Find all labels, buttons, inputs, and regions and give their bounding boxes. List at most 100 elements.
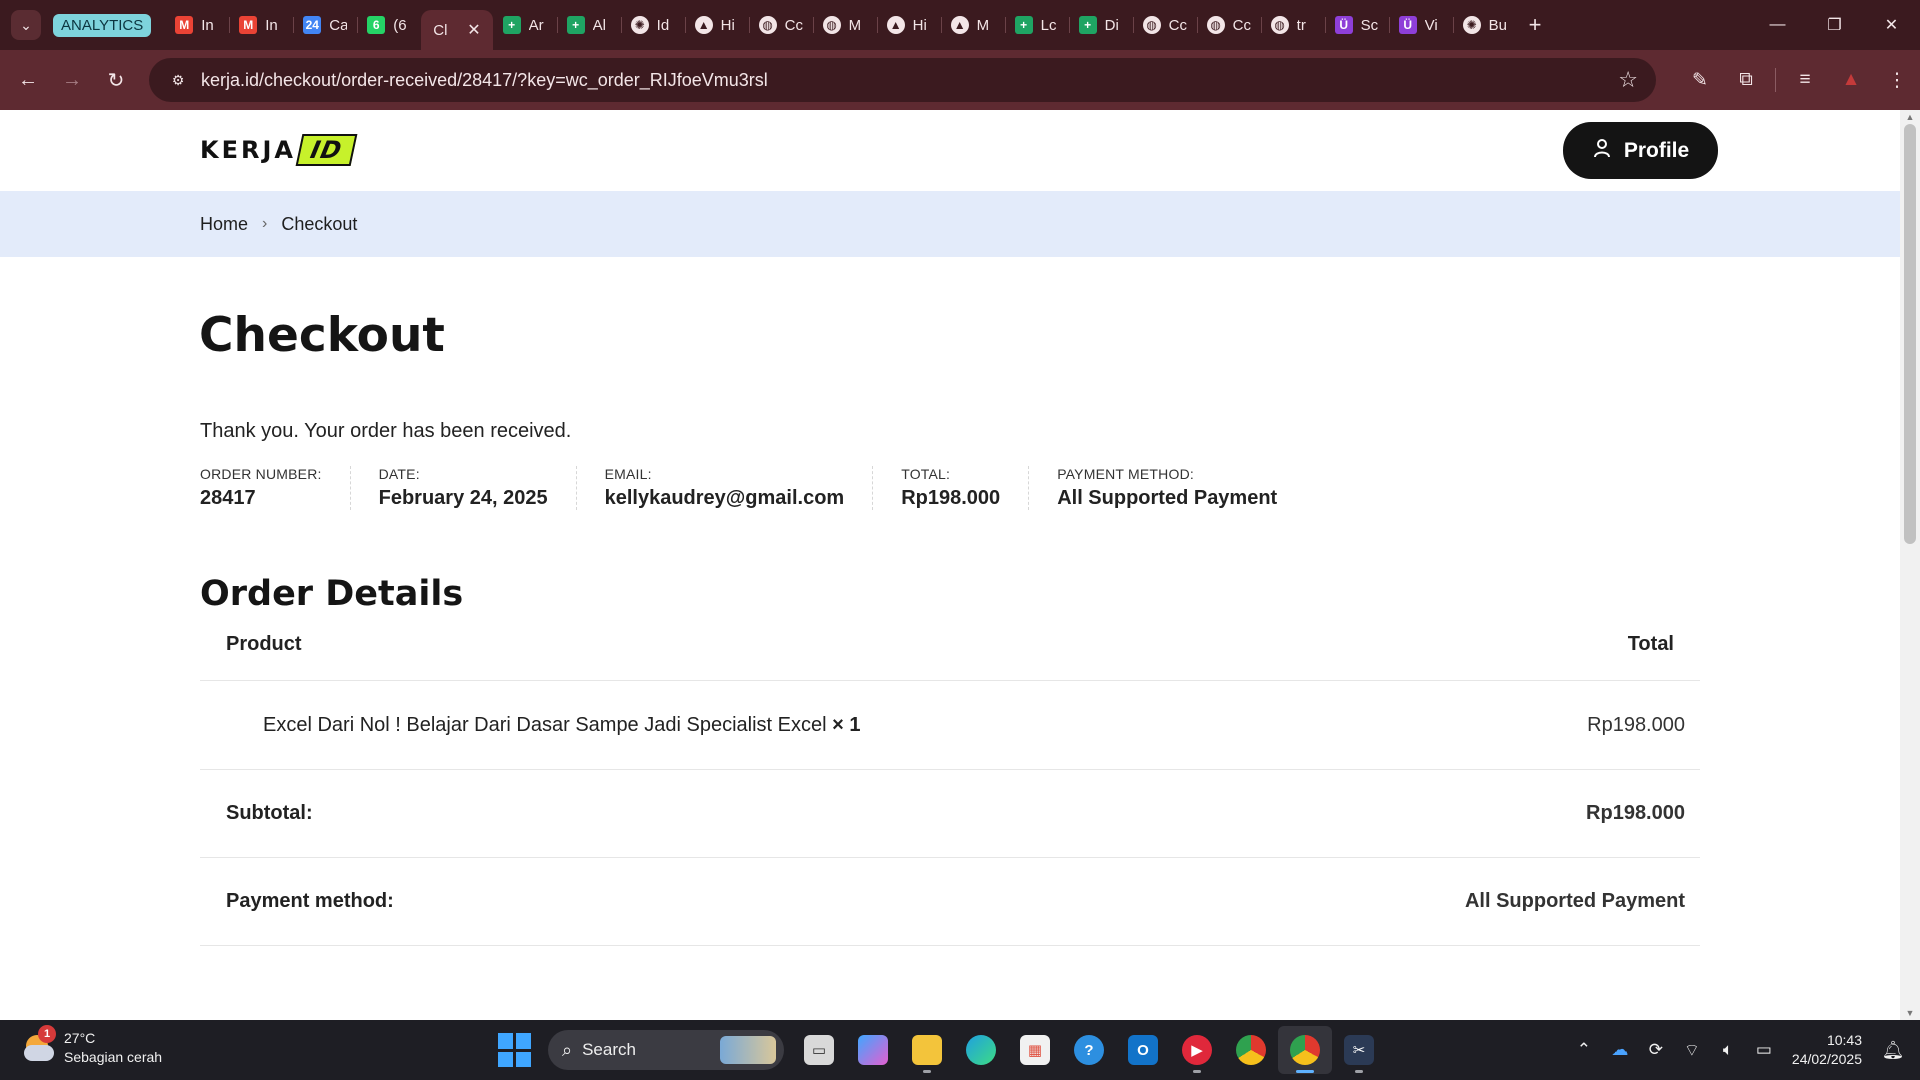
tab-title: Cc: [1168, 16, 1187, 34]
tab-group-analytics[interactable]: ANALYTICS: [53, 13, 152, 37]
browser-tab[interactable]: 24 Ca: [293, 8, 357, 42]
header-total: Total: [1627, 632, 1674, 655]
calendar-icon: 24: [303, 16, 322, 34]
browser-tab[interactable]: + Al: [556, 8, 621, 42]
browser-tab[interactable]: Ü Vi: [1388, 8, 1453, 42]
task-view-icon[interactable]: ▭: [792, 1026, 846, 1074]
overview-email: EMAIL: kellykaudrey@gmail.com: [605, 466, 874, 510]
onedrive-icon[interactable]: ☁: [1602, 1040, 1638, 1060]
breadcrumb: Home › Checkout: [200, 214, 357, 235]
scroll-thumb[interactable]: [1904, 124, 1916, 544]
wifi-icon[interactable]: ⌔: [1674, 1040, 1710, 1061]
tab-title: Hi: [720, 16, 735, 34]
notification-bell-icon[interactable]: 🔔︎: [1876, 1040, 1910, 1061]
file-explorer-icon[interactable]: [900, 1026, 954, 1074]
overview-label: ORDER NUMBER:: [200, 466, 322, 482]
close-window-icon[interactable]: ✕: [1863, 0, 1920, 50]
tab-title: Ar: [528, 16, 544, 34]
overview-label: PAYMENT METHOD:: [1057, 466, 1194, 482]
browser-tab-strip: ⌄ ANALYTICS M In M In 24 Ca 6 (6 Cl ✕ + Ar + Al ✺ Id ▲ Hi…: [0, 0, 1920, 50]
browser-tab[interactable]: ✺ Bu: [1452, 8, 1517, 42]
restore-icon[interactable]: ❐: [1806, 0, 1863, 50]
site-logo[interactable]: KERJA ID: [200, 134, 358, 166]
tab-title: M: [976, 16, 990, 34]
tab-title: (6: [393, 16, 407, 34]
tab-title: Al: [592, 16, 606, 34]
chrome-active-icon[interactable]: [1278, 1026, 1332, 1074]
overview-label: DATE:: [378, 466, 420, 482]
copilot-icon[interactable]: [846, 1026, 900, 1074]
volume-icon[interactable]: 🔈︎: [1710, 1040, 1746, 1060]
table-header-row: Product Total: [200, 608, 1700, 681]
extensions-puzzle-icon[interactable]: ⧉: [1723, 69, 1769, 91]
browser-tab[interactable]: + Di: [1068, 8, 1133, 42]
overview-order-number: ORDER NUMBER: 28417: [200, 466, 351, 510]
new-tab-button[interactable]: +: [1529, 12, 1542, 38]
tab-search-button[interactable]: ⌄: [11, 10, 41, 40]
browser-tab[interactable]: M In: [165, 8, 229, 42]
youtube-music-icon[interactable]: ▶: [1170, 1026, 1224, 1074]
snipping-tool-icon[interactable]: ✂: [1332, 1026, 1386, 1074]
browser-tab[interactable]: ▲ Hi: [876, 8, 941, 42]
browser-tab[interactable]: Ü Sc: [1324, 8, 1389, 42]
breadcrumb-home-link[interactable]: Home: [200, 214, 248, 235]
outlook-icon[interactable]: O: [1116, 1026, 1170, 1074]
browser-tab[interactable]: + Lc: [1004, 8, 1069, 42]
product-link[interactable]: Excel Dari Nol ! Belajar Dari Dasar Samp…: [263, 714, 827, 736]
taskbar-search-label: Search: [582, 1040, 636, 1059]
forward-button[interactable]: →: [50, 58, 94, 102]
browser-tab[interactable]: ✺ Id: [620, 8, 685, 42]
store-icon[interactable]: ▦: [1008, 1026, 1062, 1074]
address-bar[interactable]: ⚙ kerja.id/checkout/order-received/28417…: [149, 58, 1656, 102]
page-scrollbar[interactable]: ▲ ▼: [1900, 110, 1920, 1020]
openai-icon: ✺: [630, 16, 649, 34]
close-tab-icon[interactable]: ✕: [467, 20, 480, 40]
browser-tab[interactable]: Cl ✕: [421, 10, 493, 50]
browser-tab[interactable]: ◍ Cc: [1132, 8, 1197, 42]
browser-tab[interactable]: ◍ M: [812, 8, 877, 42]
browser-tab[interactable]: ◍ tr: [1260, 8, 1325, 42]
chevron-right-icon: ›: [262, 215, 268, 232]
browser-tab[interactable]: ◍ Cc: [748, 8, 813, 42]
help-icon[interactable]: ?: [1062, 1026, 1116, 1074]
browser-tab[interactable]: ▲ M: [940, 8, 1005, 42]
scroll-down-arrow-icon[interactable]: ▼: [1900, 1006, 1920, 1020]
profile-avatar-icon[interactable]: ▲: [1828, 69, 1874, 91]
header-product: Product: [226, 632, 302, 655]
browser-menu-icon[interactable]: ⋮: [1874, 69, 1920, 92]
battery-icon[interactable]: ▭: [1746, 1040, 1782, 1060]
browser-tab[interactable]: + Ar: [493, 8, 557, 42]
sync-icon[interactable]: ⟳: [1638, 1040, 1674, 1060]
overview-label: EMAIL:: [604, 466, 652, 482]
browser-tab[interactable]: ▲ Hi: [684, 8, 749, 42]
edge-icon[interactable]: [954, 1026, 1008, 1074]
site-settings-icon[interactable]: ⚙: [159, 72, 197, 89]
browser-tab[interactable]: M In: [229, 8, 293, 42]
profile-button[interactable]: Profile: [1563, 122, 1718, 179]
minimize-icon[interactable]: —: [1749, 0, 1806, 50]
taskbar-search[interactable]: ⌕ Search: [548, 1030, 784, 1070]
tab-title: Cc: [1232, 16, 1251, 34]
tray-overflow-icon[interactable]: ⌃: [1566, 1040, 1602, 1060]
taskbar-clock[interactable]: 10:43 24/02/2025: [1792, 1031, 1862, 1069]
gmail-icon: M: [239, 16, 258, 34]
scroll-up-arrow-icon[interactable]: ▲: [1900, 110, 1920, 124]
drive-icon: ▲: [694, 16, 713, 34]
toolbar-extensions: ✎ ⧉ ≡ ▲ ⋮: [1677, 50, 1920, 110]
logo-text: KERJA: [200, 136, 296, 164]
reload-button[interactable]: ↻: [94, 58, 138, 102]
overview-payment-method: PAYMENT METHOD: All Supported Payment: [1057, 466, 1305, 510]
profile-label: Profile: [1623, 138, 1690, 162]
pen-extension-icon[interactable]: ✎: [1677, 69, 1723, 92]
taskbar-apps: ⌕ Search ▭ ▦ ? O ▶ ✂: [498, 1026, 1386, 1074]
weather-widget[interactable]: 1 27°C Sebagian cerah: [22, 1024, 162, 1065]
bookmark-star-icon[interactable]: ☆: [1618, 67, 1638, 93]
chrome-icon[interactable]: [1224, 1026, 1278, 1074]
product-quantity: × 1: [832, 713, 861, 736]
windows-start-icon[interactable]: [498, 1033, 532, 1067]
browser-tab[interactable]: 6 (6: [357, 8, 421, 42]
browser-tab[interactable]: ◍ Cc: [1196, 8, 1261, 42]
media-control-icon[interactable]: ≡: [1782, 69, 1828, 91]
forward-arrow-icon: →: [62, 68, 82, 91]
back-button[interactable]: ←: [6, 58, 50, 102]
